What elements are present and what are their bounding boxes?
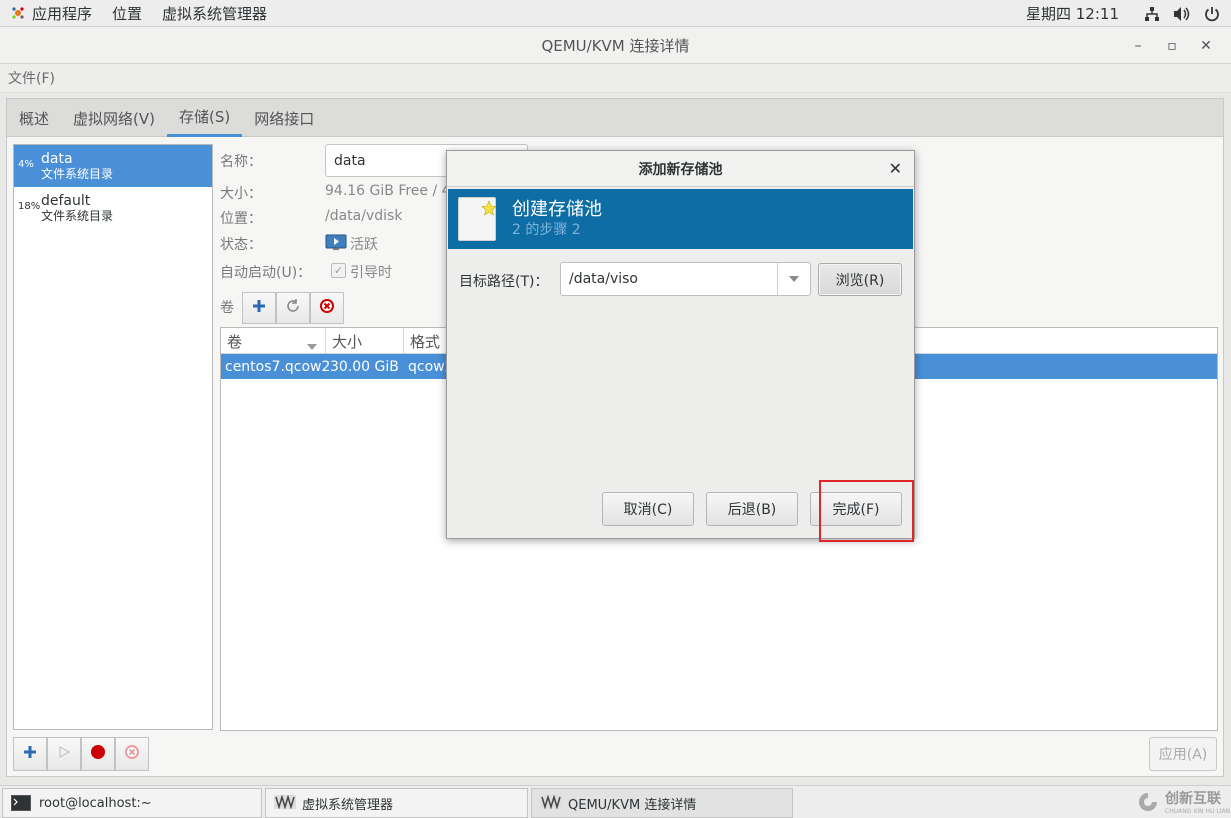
taskbar-item-label: root@localhost:~	[39, 795, 152, 811]
menubar: 文件(F)	[0, 64, 1231, 93]
autostart-value: 引导时	[350, 265, 392, 281]
add-volume-button[interactable]	[242, 292, 276, 324]
stop-record-icon	[90, 744, 106, 764]
pool-name: data	[41, 150, 73, 167]
autostart-label: 自动启动(U)：	[220, 265, 312, 281]
size-label: 大小：	[220, 186, 262, 202]
column-size[interactable]: 大小	[326, 328, 404, 354]
volumes-label: 卷	[220, 300, 234, 316]
sort-arrow-icon	[307, 336, 317, 354]
minimize-icon[interactable]: –	[1121, 31, 1155, 61]
watermark-subtext: CHUANG XIN HU LIAN	[1165, 808, 1231, 815]
applications-label: 应用程序	[32, 4, 93, 23]
pool-item-default[interactable]: 18% default 文件系统目录	[14, 187, 212, 229]
storage-pool-list: 4% data 文件系统目录 18% default 文件系统目录	[13, 144, 213, 730]
autostart-checkbox[interactable]: ✓	[331, 263, 346, 278]
size-value: 94.16 GiB Free / 4.	[325, 183, 456, 199]
dialog-title: 添加新存储池	[447, 151, 914, 187]
dialog-banner: 创建存储池 2 的步骤 2	[448, 189, 913, 249]
taskbar-item-virt-manager[interactable]: 虚拟系统管理器	[265, 788, 528, 818]
file-menu[interactable]: 文件(F)	[0, 68, 63, 88]
clock[interactable]: 星期四 12:11	[1026, 3, 1119, 24]
play-icon	[58, 746, 71, 762]
state-label: 状态：	[220, 237, 262, 253]
watermark-text: 创新互联	[1165, 791, 1221, 807]
maximize-icon[interactable]: ▫	[1155, 31, 1189, 61]
state-running-icon	[325, 234, 347, 251]
places-label: 位置	[112, 4, 143, 23]
location-value: /data/vdisk	[325, 208, 403, 224]
browse-button[interactable]: 浏览(R)	[818, 263, 902, 296]
tab-bar: 概述 虚拟网络(V) 存储(S) 网络接口	[7, 99, 1223, 137]
target-path-label: 目标路径(T)：	[459, 274, 549, 290]
chevron-down-icon[interactable]	[777, 263, 810, 295]
target-path-input[interactable]: /data/viso	[561, 263, 777, 295]
pool-usage-percent: 4%	[18, 159, 34, 170]
delete-pool-button[interactable]	[115, 737, 149, 771]
dialog-close-icon[interactable]: ✕	[889, 159, 902, 178]
state-value: 活跃	[350, 237, 378, 253]
name-label: 名称：	[220, 154, 262, 170]
places-menu[interactable]: 位置	[102, 0, 152, 27]
tab-virtual-networks[interactable]: 虚拟网络(V)	[61, 99, 167, 137]
pool-type: 文件系统目录	[41, 208, 114, 223]
finish-highlight-box	[819, 480, 914, 542]
taskbar-item-connection-details[interactable]: QEMU/KVM 连接详情	[531, 788, 793, 818]
location-label: 位置：	[220, 211, 262, 227]
new-document-icon	[458, 197, 497, 241]
pool-usage-percent: 18%	[18, 201, 41, 212]
delete-icon	[319, 298, 335, 318]
plus-icon	[23, 745, 37, 763]
start-pool-button[interactable]	[47, 737, 81, 771]
close-icon[interactable]: ✕	[1189, 31, 1223, 61]
applications-menu[interactable]: 应用程序	[0, 0, 102, 27]
stop-pool-button[interactable]	[81, 737, 115, 771]
pool-name: default	[41, 192, 91, 209]
virt-manager-icon	[540, 794, 562, 811]
taskbar-item-label: QEMU/KVM 连接详情	[568, 797, 697, 813]
pool-item-data[interactable]: 4% data 文件系统目录	[14, 145, 212, 187]
column-volume[interactable]: 卷	[221, 328, 326, 354]
refresh-volume-button[interactable]	[276, 292, 310, 324]
network-icon[interactable]	[1141, 3, 1163, 25]
volume-size-cell: 30.00 GiB	[330, 358, 399, 375]
taskbar-item-terminal[interactable]: root@localhost:~	[2, 788, 262, 818]
taskbar-item-label: 虚拟系统管理器	[302, 797, 394, 813]
terminal-icon	[11, 795, 33, 811]
banner-title: 创建存储池	[512, 199, 602, 220]
volume-icon[interactable]	[1171, 3, 1193, 25]
refresh-icon	[285, 298, 301, 318]
delete-volume-button[interactable]	[310, 292, 344, 324]
cancel-button[interactable]: 取消(C)	[602, 492, 694, 526]
top-panel: 应用程序 位置 虚拟系统管理器 星期四 12:11	[0, 0, 1231, 27]
power-icon[interactable]	[1201, 3, 1223, 25]
tab-storage[interactable]: 存储(S)	[166, 99, 243, 137]
watermark-icon	[1139, 792, 1157, 811]
back-button[interactable]: 后退(B)	[706, 492, 798, 526]
plus-icon	[252, 299, 266, 317]
window-title: QEMU/KVM 连接详情	[541, 36, 690, 55]
window-titlebar[interactable]: QEMU/KVM 连接详情 – ▫ ✕	[0, 27, 1231, 64]
app-menu-label: 虚拟系统管理器	[162, 4, 268, 23]
apply-button[interactable]: 应用(A)	[1149, 737, 1217, 771]
app-menu[interactable]: 虚拟系统管理器	[152, 0, 277, 27]
column-volume-label: 卷	[227, 332, 243, 351]
taskbar: root@localhost:~ 虚拟系统管理器 QEMU/KVM 连接详情	[0, 785, 1231, 818]
banner-step: 2 的步骤 2	[512, 222, 581, 238]
gnome-foot-icon	[10, 5, 26, 21]
volume-name-cell: centos7.qcow2	[225, 358, 331, 375]
tab-overview[interactable]: 概述	[7, 99, 61, 137]
pool-type: 文件系统目录	[41, 166, 114, 181]
add-pool-button[interactable]	[13, 737, 47, 771]
tab-network-interfaces[interactable]: 网络接口	[242, 99, 326, 137]
delete-icon	[124, 744, 140, 764]
virt-manager-icon	[274, 794, 296, 811]
target-path-combo[interactable]: /data/viso	[560, 262, 811, 296]
watermark-logo: 创新互联 CHUANG XIN HU LIAN	[1135, 788, 1230, 815]
